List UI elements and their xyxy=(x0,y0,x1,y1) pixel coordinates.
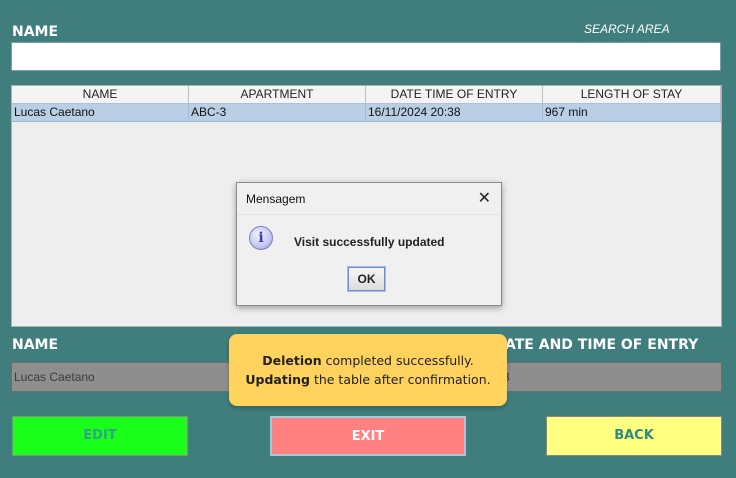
back-button[interactable]: BACK xyxy=(546,416,722,456)
close-icon[interactable]: ✕ xyxy=(478,188,491,208)
edit-button[interactable]: EDIT xyxy=(12,416,188,456)
exit-button[interactable]: EXIT xyxy=(270,416,466,456)
dialog-title: Mensagem xyxy=(246,192,306,206)
detail-name-field[interactable]: Lucas Caetano xyxy=(11,362,241,392)
cell-name: Lucas Caetano xyxy=(12,104,189,121)
cell-date-time-of-entry: 16/11/2024 20:38 xyxy=(366,104,543,121)
cell-length-of-stay: 967 min xyxy=(543,104,721,121)
detail-entry-label: ATE AND TIME OF ENTRY xyxy=(505,337,699,353)
toast-line-2-bold: Updating xyxy=(245,372,310,387)
detail-name-label: NAME xyxy=(12,337,59,353)
name-label: NAME xyxy=(12,24,59,40)
table-row[interactable]: Lucas Caetano ABC-3 16/11/2024 20:38 967… xyxy=(12,104,721,122)
dialog-message: Visit successfully updated xyxy=(294,235,445,249)
search-area-label: SEARCH AREA xyxy=(584,22,670,36)
column-header-name[interactable]: NAME xyxy=(12,86,189,103)
name-search-input[interactable] xyxy=(11,42,721,71)
notification-toast: Deletion completed successfully. Updatin… xyxy=(229,334,507,406)
dialog-body: i Visit successfully updated OK xyxy=(237,214,501,305)
message-dialog: Mensagem ✕ i Visit successfully updated … xyxy=(236,182,502,306)
detail-entry-field[interactable]: 8 xyxy=(500,362,722,392)
info-icon: i xyxy=(249,226,273,250)
toast-line-1-bold: Deletion xyxy=(262,353,322,368)
column-header-date-time-of-entry[interactable]: DATE TIME OF ENTRY xyxy=(366,86,543,103)
column-header-apartment[interactable]: APARTMENT xyxy=(189,86,366,103)
cell-apartment: ABC-3 xyxy=(189,104,366,121)
toast-line-2: Updating the table after confirmation. xyxy=(229,370,507,389)
toast-line-2-text: the table after confirmation. xyxy=(309,372,491,387)
column-header-length-of-stay[interactable]: LENGTH OF STAY xyxy=(543,86,721,103)
ok-button[interactable]: OK xyxy=(347,266,386,292)
toast-line-1: Deletion completed successfully. xyxy=(229,351,507,370)
table-header: NAME APARTMENT DATE TIME OF ENTRY LENGTH… xyxy=(12,86,721,104)
toast-line-1-text: completed successfully. xyxy=(321,353,474,368)
